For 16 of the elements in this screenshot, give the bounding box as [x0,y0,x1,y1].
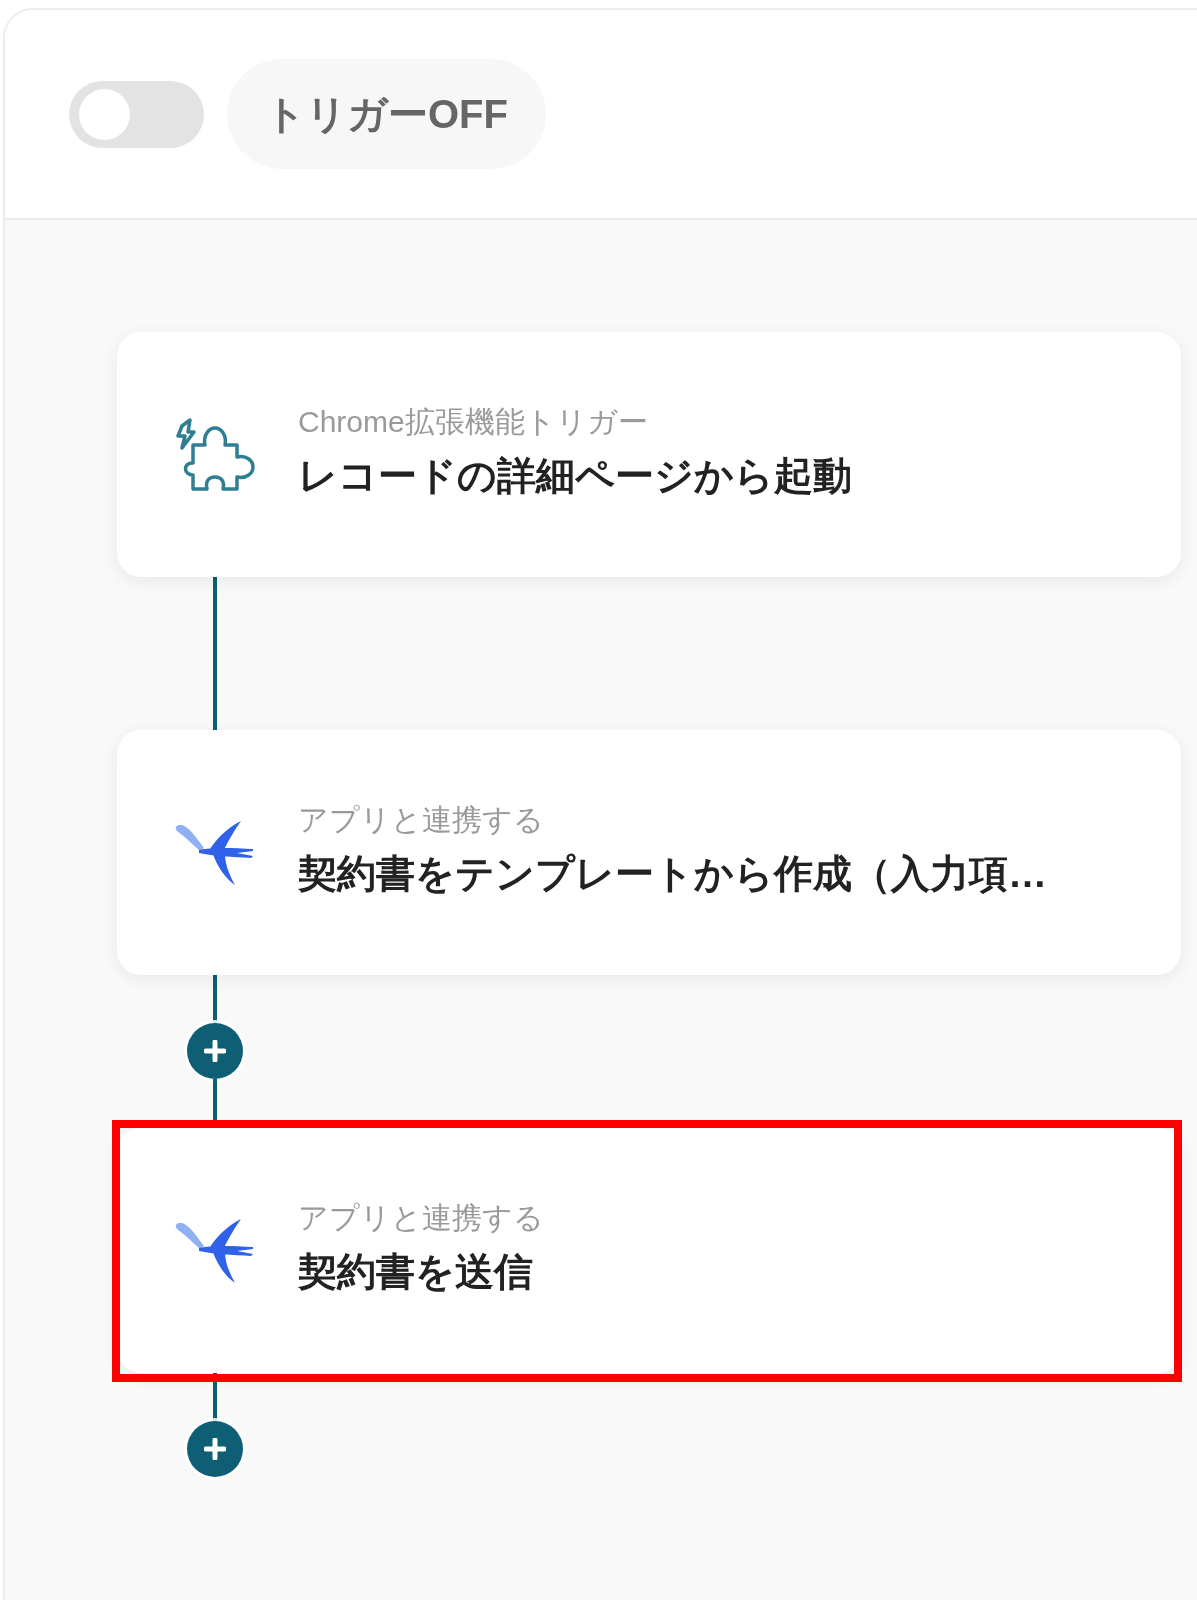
bird-icon [173,1217,255,1284]
bird-icon [173,819,255,886]
step-category: Chrome拡張機能トリガー [298,403,648,440]
step-title: レコードの詳細ページから起動 [298,452,852,499]
plus-icon [204,1040,226,1062]
step-category: アプリと連携する [298,801,544,838]
step-card[interactable]: アプリと連携する 契約書をテンプレートから作成（入力項… [117,730,1181,975]
trigger-status-label: トリガーOFF [227,59,546,169]
plus-icon [204,1438,226,1460]
step-title: 契約書を送信 [298,1248,533,1295]
add-step-button[interactable] [187,1421,243,1477]
add-step-button[interactable] [187,1023,243,1079]
puzzle-lightning-icon [173,416,255,493]
step-card[interactable]: Chrome拡張機能トリガー レコードの詳細ページから起動 [117,332,1181,577]
step-category: アプリと連携する [298,1199,544,1236]
step-title: 契約書をテンプレートから作成（入力項… [298,850,1047,897]
